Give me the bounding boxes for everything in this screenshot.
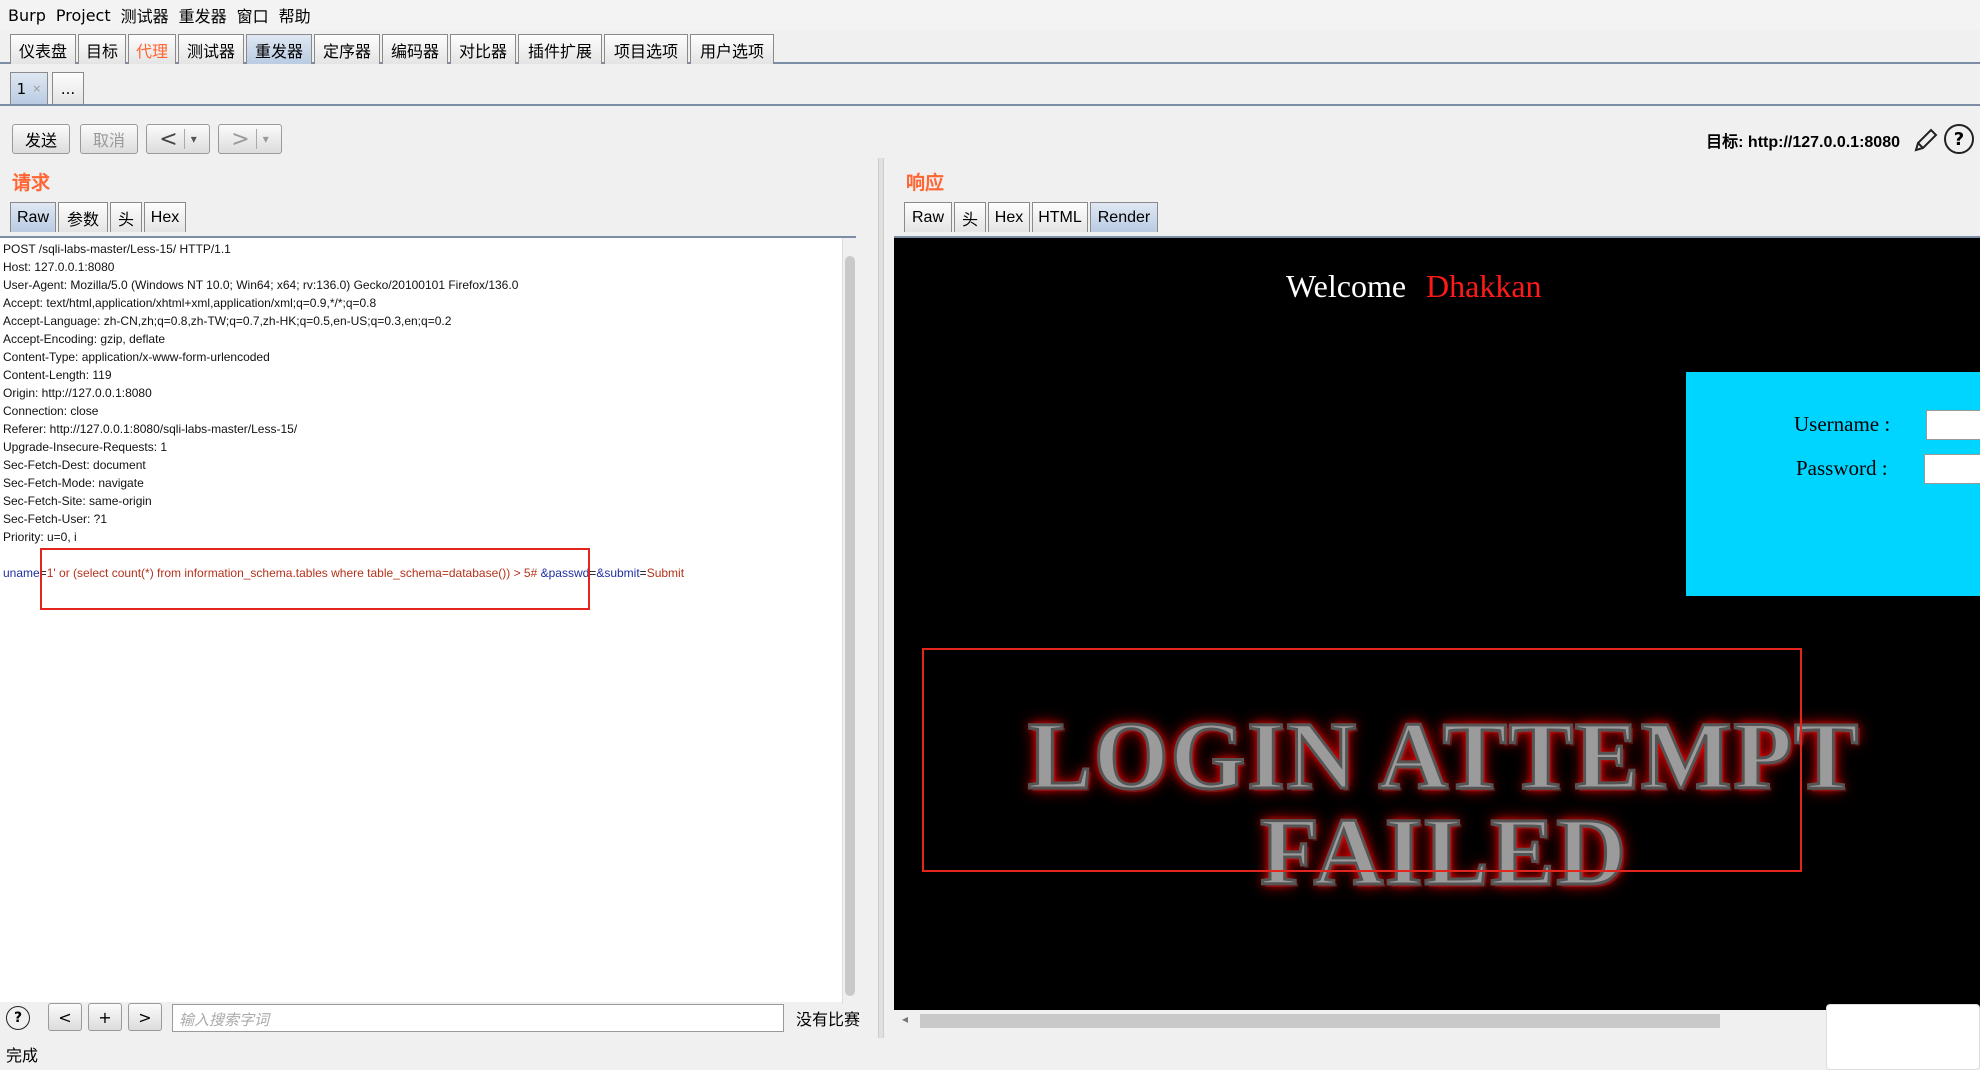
request-text[interactable]: POST /sqli-labs-master/Less-15/ HTTP/1.1…	[3, 240, 684, 582]
password-input[interactable]	[1924, 454, 1980, 484]
response-tab-html[interactable]: HTML	[1032, 202, 1088, 232]
tab-decoder[interactable]: 编码器	[382, 34, 448, 64]
request-tab-params[interactable]: 参数	[58, 202, 108, 232]
welcome-heading: Welcome Dhakkan	[1286, 268, 1542, 305]
scroll-left-icon[interactable]: ◂	[902, 1012, 908, 1026]
main-tab-bar: 仪表盘 目标 代理 测试器 重发器 定序器 编码器 对比器 插件扩展 项目选项 …	[0, 32, 1980, 64]
request-title: 请求	[12, 172, 51, 194]
request-line: Upgrade-Insecure-Requests: 1	[3, 440, 168, 454]
menu-intruder[interactable]: 测试器	[121, 3, 169, 27]
tab-extender[interactable]: 插件扩展	[518, 34, 602, 64]
response-tab-render[interactable]: Render	[1090, 202, 1158, 232]
repeater-tab-1[interactable]: 1 ×	[10, 72, 48, 104]
tab-repeater[interactable]: 重发器	[246, 34, 312, 64]
repeater-tab-new[interactable]: ...	[52, 72, 84, 104]
search-add-button[interactable]: +	[88, 1003, 122, 1031]
highlight-box	[40, 548, 590, 610]
request-line: User-Agent: Mozilla/5.0 (Windows NT 10.0…	[3, 278, 519, 292]
render-view: Welcome Dhakkan Username : Password : LOG…	[894, 236, 1980, 1010]
tab-comparer[interactable]: 对比器	[450, 34, 516, 64]
back-button[interactable]: < ▾	[146, 124, 210, 154]
response-title: 响应	[906, 172, 945, 194]
response-tab-headers[interactable]: 头	[954, 202, 986, 232]
param-value: Submit	[646, 566, 685, 580]
menu-bar: Burp Project 测试器 重发器 窗口 帮助	[0, 0, 1980, 30]
dropdown-icon[interactable]: ▾	[263, 132, 269, 146]
search-input[interactable]: 输入搜索字词	[172, 1004, 784, 1032]
username-label: Username :	[1794, 412, 1891, 436]
forward-button[interactable]: > ▾	[218, 124, 282, 154]
param-name: &submit	[596, 566, 640, 580]
tab-intruder[interactable]: 测试器	[178, 34, 244, 64]
param-name: uname	[3, 566, 40, 580]
tab-target[interactable]: 目标	[78, 34, 126, 64]
tab-dashboard[interactable]: 仪表盘	[10, 34, 76, 64]
request-line: Sec-Fetch-Dest: document	[3, 458, 146, 472]
welcome-text: Welcome	[1286, 268, 1407, 304]
password-label: Password :	[1796, 456, 1888, 480]
chevron-right-icon: >	[231, 126, 250, 152]
scrollbar-thumb[interactable]	[845, 256, 855, 996]
cancel-button[interactable]: 取消	[80, 124, 138, 154]
request-line: Accept-Encoding: gzip, deflate	[3, 332, 166, 346]
request-tab-hex[interactable]: Hex	[144, 202, 186, 232]
repeater-tab-label: 1	[16, 79, 27, 98]
login-form: Username : Password :	[1686, 372, 1980, 596]
tab-project-options[interactable]: 项目选项	[604, 34, 688, 64]
send-button[interactable]: 发送	[12, 124, 70, 154]
request-line: Sec-Fetch-Mode: navigate	[3, 476, 144, 490]
response-tab-hex[interactable]: Hex	[988, 202, 1030, 232]
request-tab-headers[interactable]: 头	[110, 202, 142, 232]
search-next-button[interactable]: >	[128, 1003, 162, 1031]
split-divider[interactable]	[878, 158, 884, 1038]
search-prev-button[interactable]: <	[48, 1003, 82, 1031]
chevron-left-icon: <	[159, 126, 178, 152]
request-scrollbar[interactable]	[842, 238, 856, 1004]
menu-repeater[interactable]: 重发器	[179, 3, 227, 27]
response-tab-raw[interactable]: Raw	[904, 202, 952, 232]
separator	[183, 129, 185, 149]
highlight-box	[922, 648, 1802, 872]
request-editor[interactable]: POST /sqli-labs-master/Less-15/ HTTP/1.1…	[0, 236, 856, 1004]
request-line: Sec-Fetch-User: ?1	[3, 512, 108, 526]
close-icon[interactable]: ×	[32, 82, 41, 95]
request-line: Origin: http://127.0.0.1:8080	[3, 386, 152, 400]
menu-window[interactable]: 窗口	[237, 3, 269, 27]
request-line: Accept-Language: zh-CN,zh;q=0.8,zh-TW;q=…	[3, 314, 452, 328]
request-line: Connection: close	[3, 404, 99, 418]
menu-help[interactable]: 帮助	[279, 3, 311, 27]
request-line: Accept: text/html,application/xhtml+xml,…	[3, 296, 377, 310]
request-line: Host: 127.0.0.1:8080	[3, 260, 115, 274]
render-horizontal-scrollbar[interactable]: ◂	[894, 1010, 1980, 1032]
help-icon[interactable]: ?	[1944, 124, 1974, 154]
request-line: Content-Type: application/x-www-form-url…	[3, 350, 270, 364]
separator	[255, 129, 257, 149]
welcome-name: Dhakkan	[1426, 268, 1542, 304]
tab-proxy[interactable]: 代理	[128, 34, 176, 64]
tab-user-options[interactable]: 用户选项	[690, 34, 774, 64]
notification-card	[1826, 1004, 1980, 1070]
request-line: Content-Length: 119	[3, 368, 112, 382]
request-line: Referer: http://127.0.0.1:8080/sqli-labs…	[3, 422, 298, 436]
scrollbar-thumb[interactable]	[920, 1014, 1720, 1028]
target-label: 目标: http://127.0.0.1:8080	[1706, 134, 1900, 151]
search-result: 没有比赛	[796, 1010, 861, 1029]
menu-project[interactable]: Project	[56, 6, 111, 25]
request-line: POST /sqli-labs-master/Less-15/ HTTP/1.1	[3, 242, 231, 256]
repeater-tab-bar: 1 × ...	[0, 70, 1980, 106]
dropdown-icon[interactable]: ▾	[191, 132, 197, 146]
status-text: 完成	[6, 1046, 39, 1065]
username-input[interactable]	[1926, 410, 1980, 440]
tab-sequencer[interactable]: 定序器	[314, 34, 380, 64]
edit-pencil-icon[interactable]	[1912, 126, 1940, 154]
help-icon[interactable]: ?	[6, 1006, 30, 1030]
request-line: Sec-Fetch-Site: same-origin	[3, 494, 152, 508]
menu-burp[interactable]: Burp	[8, 6, 46, 25]
request-line: Priority: u=0, i	[3, 530, 77, 544]
request-tab-raw[interactable]: Raw	[10, 202, 56, 232]
